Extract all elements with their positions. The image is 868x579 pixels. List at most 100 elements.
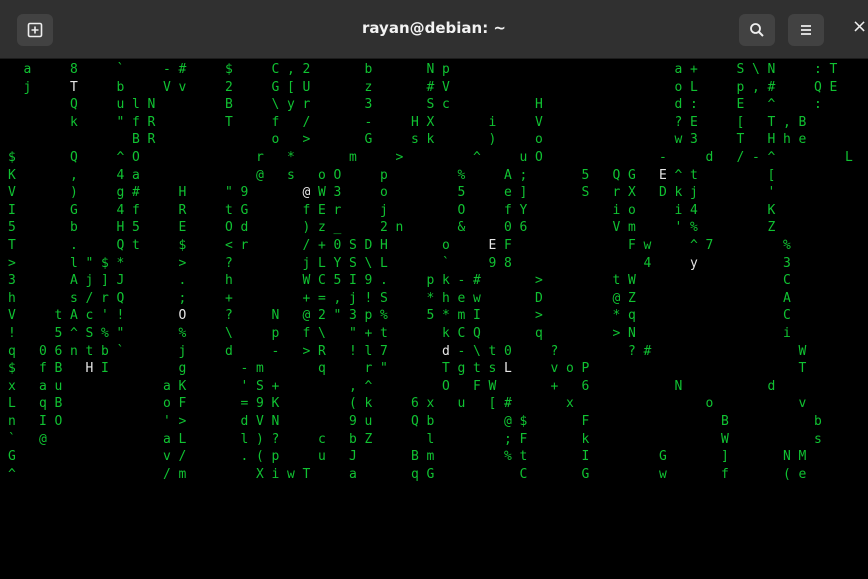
terminal-glyph: -: [163, 62, 171, 77]
terminal-glyph: S: [426, 97, 435, 113]
terminal-glyph: 6: [54, 343, 63, 359]
terminal-glyph: :: [814, 97, 822, 113]
terminal-glyph: M: [798, 449, 807, 465]
terminal-glyph: X: [426, 114, 435, 130]
terminal-glyph: $: [178, 238, 187, 253]
terminal-glyph: J: [349, 449, 357, 465]
terminal-glyph: >: [395, 150, 404, 165]
terminal-glyph: T: [442, 361, 450, 377]
terminal-glyph: l: [132, 97, 140, 113]
terminal-glyph: R: [318, 343, 326, 359]
terminal-glyph: ,: [752, 79, 760, 95]
terminal-glyph: -: [457, 273, 466, 289]
terminal-glyph: +: [364, 326, 373, 341]
terminal-glyph: b: [101, 343, 109, 359]
terminal-glyph: =: [318, 290, 326, 306]
terminal-glyph: d: [705, 150, 714, 165]
terminal-glyph: u: [519, 150, 528, 165]
terminal-glyph: j: [178, 343, 187, 359]
terminal-glyph: f: [39, 361, 47, 377]
terminal-glyph: 2: [318, 308, 326, 324]
terminal-glyph: u: [54, 378, 63, 394]
terminal-glyph: o: [535, 132, 543, 148]
terminal-glyph: &: [457, 220, 466, 236]
hamburger-menu-icon: [801, 25, 811, 35]
terminal-glyph: ^: [364, 378, 373, 394]
terminal-glyph: *: [612, 308, 621, 324]
terminal-glyph: !: [364, 290, 373, 306]
terminal-glyph: 3: [349, 308, 357, 324]
terminal-glyph: w: [287, 466, 295, 482]
terminal-glyph: 2: [302, 62, 311, 77]
terminal-glyph: >: [8, 255, 16, 271]
terminal-glyph: l: [364, 343, 373, 359]
terminal-output[interactable]: a 8 ` - # $ C, 2 b Np a + S \ N: Tj Tb Vv 2 G[Uz # Vo Lp, # Q E Qu…: [0, 59, 868, 579]
terminal-glyph: i: [488, 114, 497, 130]
terminal-glyph: m: [178, 466, 187, 482]
terminal-glyph: e: [457, 290, 466, 306]
terminal-glyph: n: [395, 220, 404, 236]
terminal-glyph: T: [829, 62, 838, 77]
terminal-glyph: 8: [504, 255, 512, 271]
terminal-glyph: T: [767, 114, 776, 130]
close-icon[interactable]: ×: [852, 16, 867, 37]
terminal-glyph: a: [674, 62, 683, 77]
terminal-glyph: #: [426, 79, 435, 95]
terminal-glyph: T: [225, 114, 233, 130]
terminal-glyph: 7: [705, 238, 714, 253]
search-button[interactable]: [739, 14, 775, 46]
terminal-glyph: C: [783, 308, 791, 324]
menu-button[interactable]: [788, 14, 824, 46]
terminal-glyph: a: [132, 167, 140, 183]
terminal-glyph: m: [349, 150, 357, 165]
terminal-glyph: m: [256, 361, 264, 377]
terminal-glyph: c: [442, 97, 450, 113]
terminal-glyph: *: [442, 308, 450, 324]
terminal-glyph: O: [54, 414, 63, 429]
terminal-glyph: k: [426, 132, 435, 148]
terminal-glyph: `: [116, 343, 125, 359]
terminal-glyph: G: [8, 449, 16, 465]
terminal-glyph: +: [690, 62, 698, 77]
terminal-glyph: 9: [349, 414, 357, 429]
terminal-glyph: p: [442, 62, 450, 77]
terminal-glyph: ^: [690, 238, 698, 253]
terminal-glyph: C: [457, 326, 466, 341]
terminal-glyph: p: [380, 167, 388, 183]
terminal-glyph: 9: [488, 255, 497, 271]
terminal-glyph: p: [271, 326, 280, 341]
terminal-glyph: N: [271, 414, 280, 429]
terminal-glyph: A: [70, 273, 78, 289]
terminal-glyph: w: [643, 238, 652, 253]
terminal-glyph: r: [302, 97, 311, 113]
terminal-glyph: -: [752, 150, 760, 165]
terminal-glyph: r: [240, 238, 249, 253]
terminal-glyph: >: [535, 273, 543, 289]
terminal-glyph: $: [101, 255, 109, 271]
terminal-glyph: $: [8, 361, 16, 377]
terminal-glyph: F: [473, 378, 481, 394]
terminal-glyph: 3: [364, 97, 373, 113]
terminal-glyph: S: [380, 290, 388, 306]
terminal-glyph: I: [473, 308, 481, 324]
terminal-glyph: r: [612, 185, 621, 201]
terminal-glyph: d: [767, 378, 776, 394]
terminal-glyph: ": [116, 326, 125, 341]
terminal-glyph: ^: [116, 150, 125, 165]
terminal-glyph: r: [256, 150, 264, 165]
terminal-glyph: C: [271, 62, 280, 77]
terminal-glyph: ): [70, 185, 78, 201]
terminal-glyph: \: [752, 62, 760, 77]
terminal-glyph: l: [426, 431, 435, 447]
terminal-glyph: i: [271, 466, 280, 482]
terminal-glyph: ": [225, 185, 233, 201]
terminal-glyph: #: [178, 62, 187, 77]
terminal-glyph: v: [178, 79, 187, 95]
terminal-glyph: Q: [814, 79, 822, 95]
terminal-glyph: g: [178, 361, 187, 377]
terminal-glyph: c: [318, 431, 326, 447]
terminal-glyph: B: [225, 97, 233, 113]
terminal-glyph: o: [566, 361, 574, 377]
terminal-glyph: 5: [8, 220, 16, 236]
terminal-glyph: U: [302, 79, 311, 95]
